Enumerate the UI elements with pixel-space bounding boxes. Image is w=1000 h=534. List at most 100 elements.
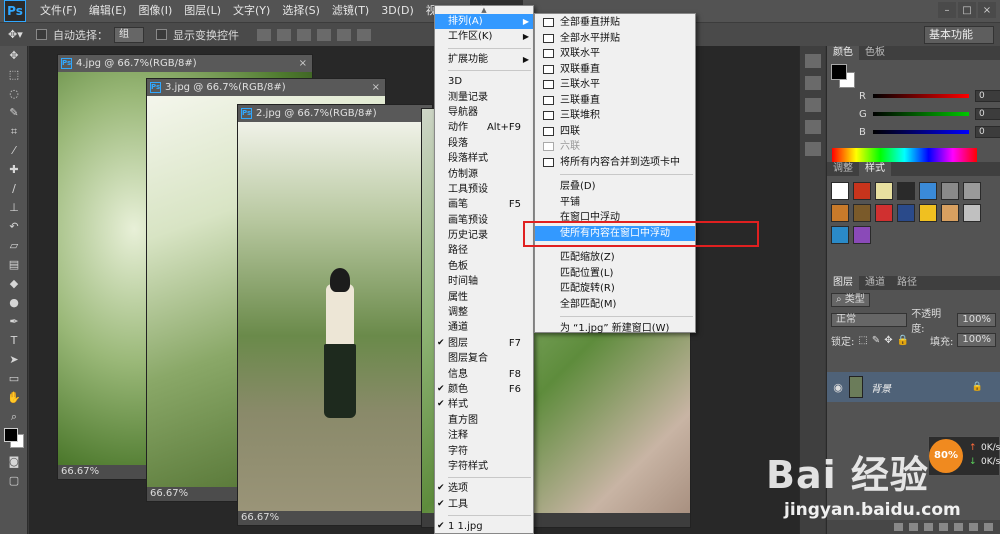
arrange-menu-item[interactable]: 为 “1.jpg” 新建窗口(W)	[535, 321, 695, 337]
lasso-tool-icon[interactable]: ◌	[0, 84, 28, 103]
window-menu-item[interactable]: 测量记录	[435, 90, 533, 105]
layer-row[interactable]: ◉ 背景 🔒	[827, 372, 1000, 402]
scroll-up-icon[interactable]: ▲	[435, 6, 533, 14]
blur-tool-icon[interactable]: ◆	[0, 274, 28, 293]
style-swatch[interactable]	[919, 182, 937, 200]
arrange-menu-item[interactable]: 全部垂直拼贴	[535, 15, 695, 31]
type-tool-icon[interactable]: T	[0, 331, 28, 350]
window-menu-item[interactable]: 画笔 F5	[435, 197, 533, 212]
channel-value-field[interactable]: 0	[975, 108, 1000, 120]
tab-channels[interactable]: 通道	[859, 276, 891, 290]
minimize-button[interactable]: –	[938, 2, 956, 18]
style-swatch[interactable]	[853, 204, 871, 222]
new-group-icon[interactable]	[954, 523, 963, 531]
window-menu-item[interactable]: ✔ 选项	[435, 481, 533, 496]
menu-4[interactable]: 文字(Y)	[227, 0, 276, 22]
new-layer-icon[interactable]	[969, 523, 978, 531]
fx-icon[interactable]	[909, 523, 918, 531]
window-menu-item[interactable]: ✔ 图层 F7	[435, 336, 533, 351]
window-menu-item[interactable]: ✔ 1 1.jpg	[435, 519, 533, 534]
style-swatch[interactable]	[831, 182, 849, 200]
menu-3[interactable]: 图层(L)	[178, 0, 227, 22]
arrange-menu-item[interactable]: 匹配缩放(Z)	[535, 250, 695, 266]
quick-select-tool-icon[interactable]: ✎	[0, 103, 28, 122]
mask-icon[interactable]	[924, 523, 933, 531]
channel-slider[interactable]	[873, 94, 969, 98]
info-panel-icon[interactable]	[804, 98, 821, 112]
menu-0[interactable]: 文件(F)	[34, 0, 83, 22]
eraser-tool-icon[interactable]: ▱	[0, 236, 28, 255]
window-menu-item[interactable]: 色板	[435, 259, 533, 274]
document-window-2[interactable]: Ps 2.jpg @ 66.7%(RGB/8#) 66.67%	[237, 104, 433, 526]
properties-panel-icon[interactable]	[804, 76, 821, 90]
opacity-field[interactable]: 100%	[957, 313, 996, 327]
style-swatch[interactable]	[941, 182, 959, 200]
arrange-menu-item[interactable]: 全部匹配(M)	[535, 297, 695, 313]
close-button[interactable]: ×	[978, 2, 996, 18]
channel-slider[interactable]	[873, 112, 969, 116]
window-menu-item[interactable]: ✔ 工具	[435, 497, 533, 512]
healing-brush-tool-icon[interactable]: ✚	[0, 160, 28, 179]
window-menu-item[interactable]: ✔ 样式	[435, 397, 533, 412]
style-swatch[interactable]	[963, 204, 981, 222]
window-menu-item[interactable]: 工具预设	[435, 182, 533, 197]
window-menu-item[interactable]: 调整	[435, 305, 533, 320]
screen-mode-icon[interactable]: ▢	[0, 471, 28, 490]
actions-panel-icon[interactable]	[804, 120, 821, 134]
eyedropper-tool-icon[interactable]: ⁄	[0, 141, 28, 160]
lock-icons[interactable]: ⬚✎✥🔒	[858, 335, 913, 346]
style-swatch[interactable]	[875, 182, 893, 200]
path-select-tool-icon[interactable]: ➤	[0, 350, 28, 369]
tab-paths[interactable]: 路径	[891, 276, 923, 290]
window-menu-item[interactable]: 画笔预设	[435, 213, 533, 228]
arrange-menu-item[interactable]: 三联水平	[535, 77, 695, 93]
brush-tool-icon[interactable]: ∕	[0, 179, 28, 198]
tab-layers[interactable]: 图层	[827, 276, 859, 290]
network-speed-widget[interactable]: 80% ↑ 0K/s ↓ 0K/s	[928, 436, 1000, 476]
arrange-menu-item[interactable]: 匹配旋转(R)	[535, 281, 695, 297]
style-swatch[interactable]	[919, 204, 937, 222]
window-menu-item[interactable]: 路径	[435, 243, 533, 258]
window-menu-item[interactable]: 图层复合	[435, 351, 533, 366]
fill-field[interactable]: 100%	[957, 333, 996, 347]
style-swatch[interactable]	[831, 204, 849, 222]
window-menu-item[interactable]: 历史记录	[435, 228, 533, 243]
arrange-menu-item[interactable]: 将所有内容合并到选项卡中	[535, 155, 695, 171]
arrange-menu-item[interactable]: 双联垂直	[535, 62, 695, 78]
document-title[interactable]: Ps 3.jpg @ 66.7%(RGB/8#) ×	[147, 79, 385, 96]
align-right-icon[interactable]	[357, 28, 371, 41]
show-transform-checkbox[interactable]	[156, 29, 167, 40]
style-swatch[interactable]	[831, 226, 849, 244]
arrange-menu-item[interactable]: 全部水平拼贴	[535, 31, 695, 47]
window-menu-item[interactable]: 工作区(K) ▶	[435, 29, 533, 44]
close-document-icon[interactable]: ×	[299, 55, 307, 72]
gradient-tool-icon[interactable]: ▤	[0, 255, 28, 274]
clone-stamp-tool-icon[interactable]: ⊥	[0, 198, 28, 217]
foreground-color-swatch[interactable]	[4, 428, 18, 442]
document-title[interactable]: Ps 2.jpg @ 66.7%(RGB/8#)	[238, 105, 432, 122]
style-swatch[interactable]	[897, 204, 915, 222]
tab-color[interactable]: 颜色	[827, 46, 859, 60]
window-menu-item[interactable]: 字符样式	[435, 459, 533, 474]
style-swatch[interactable]	[963, 182, 981, 200]
arrange-menu-item[interactable]: 四联	[535, 124, 695, 140]
style-swatch[interactable]	[853, 182, 871, 200]
dodge-tool-icon[interactable]: ●	[0, 293, 28, 312]
arrange-menu-item[interactable]: 双联水平	[535, 46, 695, 62]
window-menu-item[interactable]: 仿制源	[435, 167, 533, 182]
arrange-menu-item[interactable]: 三联垂直	[535, 93, 695, 109]
window-menu-item[interactable]: 动作 Alt+F9	[435, 120, 533, 135]
move-tool-icon[interactable]: ✥	[0, 46, 28, 65]
window-menu-item[interactable]: 扩展功能 ▶	[435, 52, 533, 67]
window-menu-item[interactable]: 通道	[435, 320, 533, 335]
blend-mode-dropdown[interactable]: 正常	[831, 313, 908, 327]
align-hcenter-icon[interactable]	[337, 28, 351, 41]
history-brush-tool-icon[interactable]: ↶	[0, 217, 28, 236]
arrange-menu-item[interactable]: 匹配位置(L)	[535, 266, 695, 282]
window-menu-item[interactable]: 直方图	[435, 413, 533, 428]
adjustment-layer-icon[interactable]	[939, 523, 948, 531]
auto-select-dropdown[interactable]: 组	[114, 26, 144, 43]
eye-icon[interactable]: ◉	[827, 381, 849, 394]
channel-slider[interactable]	[873, 130, 969, 134]
style-swatch[interactable]	[875, 204, 893, 222]
